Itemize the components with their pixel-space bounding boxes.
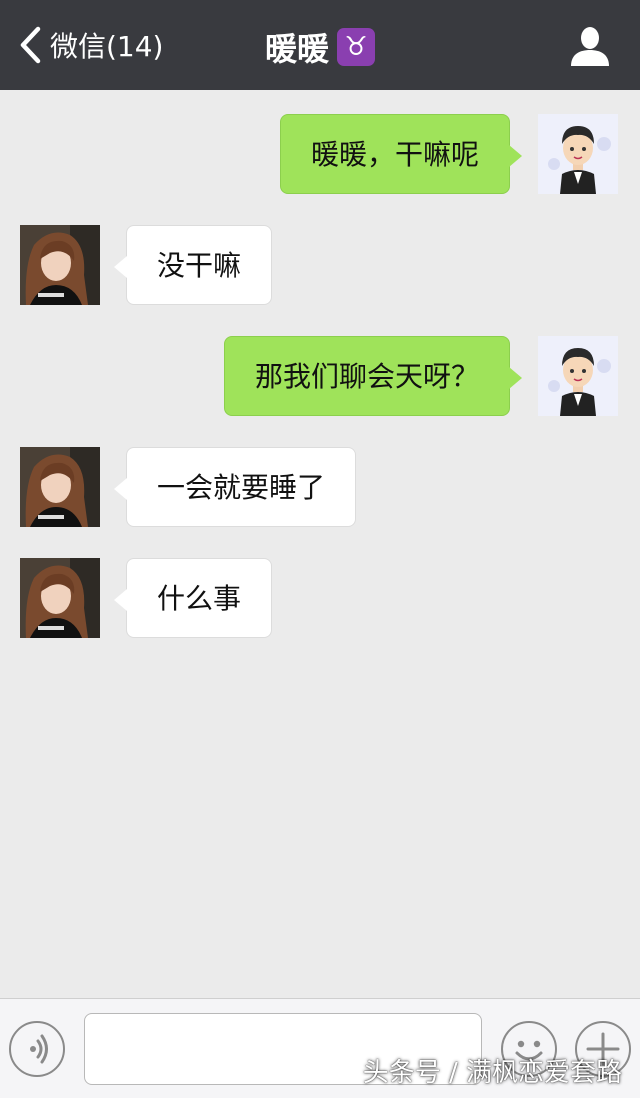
message-row-outgoing: 那我们聊会天呀？ (0, 336, 640, 416)
message-row-outgoing: 暖暖，干嘛呢 (0, 114, 640, 194)
message-bubble[interactable]: 一会就要睡了 (113, 447, 357, 527)
contact-photo-icon (20, 447, 100, 527)
avatar-contact[interactable] (20, 558, 100, 638)
watermark: 头条号 / 满枫恋爱套路 (362, 1058, 622, 1088)
avatar-self[interactable] (538, 114, 618, 194)
message-bubble[interactable]: 那我们聊会天呀？ (223, 336, 523, 416)
message-list[interactable]: 暖暖，干嘛呢 没干嘛 那我们聊会天呀？ 一会就要睡了 什么事 (0, 90, 640, 998)
message-bubble[interactable]: 没干嘛 (113, 225, 273, 305)
chat-title: 暖暖 (264, 30, 329, 68)
person-icon (571, 27, 609, 66)
avatar-contact[interactable] (20, 225, 100, 305)
message-row-incoming: 什么事 (0, 558, 640, 638)
taurus-icon: ♉ (337, 28, 375, 66)
contact-photo-icon (20, 225, 100, 305)
avatar-self[interactable] (538, 336, 618, 416)
contact-photo-icon (20, 558, 100, 638)
message-row-incoming: 一会就要睡了 (0, 447, 640, 527)
cartoon-man-avatar-icon (538, 336, 618, 416)
avatar-contact[interactable] (20, 447, 100, 527)
message-bubble[interactable]: 什么事 (113, 558, 273, 638)
message-bubble[interactable]: 暖暖，干嘛呢 (279, 114, 523, 194)
cartoon-man-avatar-icon (538, 114, 618, 194)
chat-header: 微信(14) 暖暖 ♉ (0, 0, 640, 90)
message-row-incoming: 没干嘛 (0, 225, 640, 305)
title-wrap: 暖暖 ♉ (0, 24, 640, 70)
voice-button[interactable] (9, 1021, 65, 1077)
profile-button[interactable] (568, 24, 612, 68)
voice-icon (30, 1034, 48, 1064)
